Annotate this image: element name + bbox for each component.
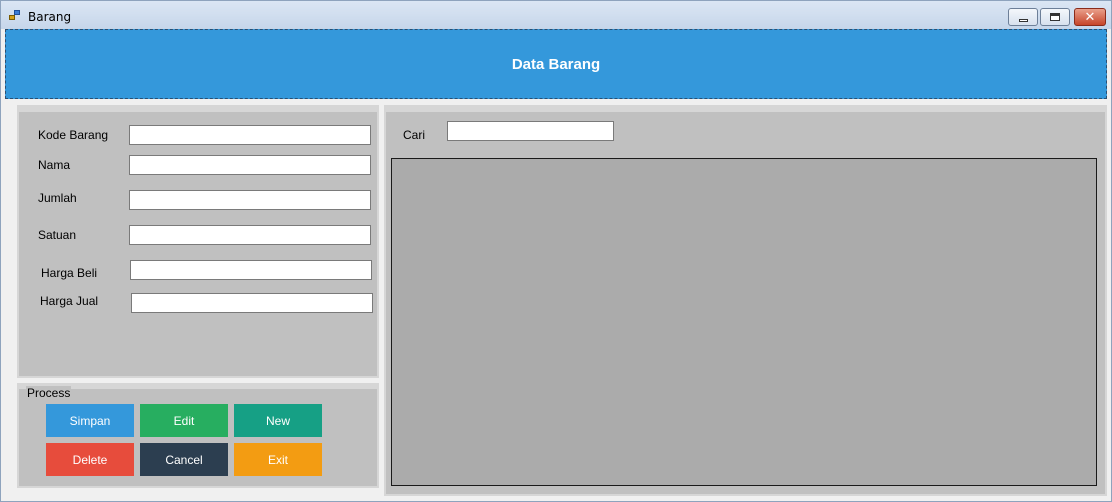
process-group-label: Process — [26, 386, 72, 400]
kode-barang-input[interactable] — [129, 125, 371, 145]
title-bar[interactable]: Barang ✕ — [1, 1, 1111, 29]
simpan-button[interactable]: Simpan — [46, 404, 134, 437]
maximize-button[interactable] — [1040, 8, 1070, 26]
close-button[interactable]: ✕ — [1074, 8, 1106, 26]
nama-label: Nama — [38, 158, 71, 172]
harga-beli-label: Harga Beli — [41, 266, 98, 280]
exit-button[interactable]: Exit — [234, 443, 322, 476]
new-button[interactable]: New — [234, 404, 322, 437]
harga-beli-input[interactable] — [130, 260, 372, 280]
satuan-label: Satuan — [38, 228, 77, 242]
maximize-icon — [1050, 13, 1060, 21]
edit-button[interactable]: Edit — [140, 404, 228, 437]
cancel-button[interactable]: Cancel — [140, 443, 228, 476]
close-icon: ✕ — [1084, 9, 1096, 25]
data-grid[interactable] — [391, 158, 1097, 486]
jumlah-label: Jumlah — [38, 191, 77, 205]
page-title: Data Barang — [511, 55, 601, 73]
harga-jual-input[interactable] — [131, 293, 373, 313]
nama-input[interactable] — [129, 155, 371, 175]
delete-button[interactable]: Delete — [46, 443, 134, 476]
search-input[interactable] — [447, 121, 614, 141]
header-banner: Data Barang — [5, 29, 1107, 99]
cari-label: Cari — [403, 128, 426, 142]
minimize-icon — [1018, 18, 1028, 22]
kode-barang-label: Kode Barang — [38, 128, 109, 142]
jumlah-input[interactable] — [129, 190, 371, 210]
window-title: Barang — [28, 10, 72, 24]
harga-jual-label: Harga Jual — [40, 294, 99, 308]
satuan-input[interactable] — [129, 225, 371, 245]
app-window: Barang ✕ Data Barang Kode Barang Nama Ju… — [0, 0, 1112, 502]
app-window-icon — [9, 10, 21, 21]
minimize-button[interactable] — [1008, 8, 1038, 26]
